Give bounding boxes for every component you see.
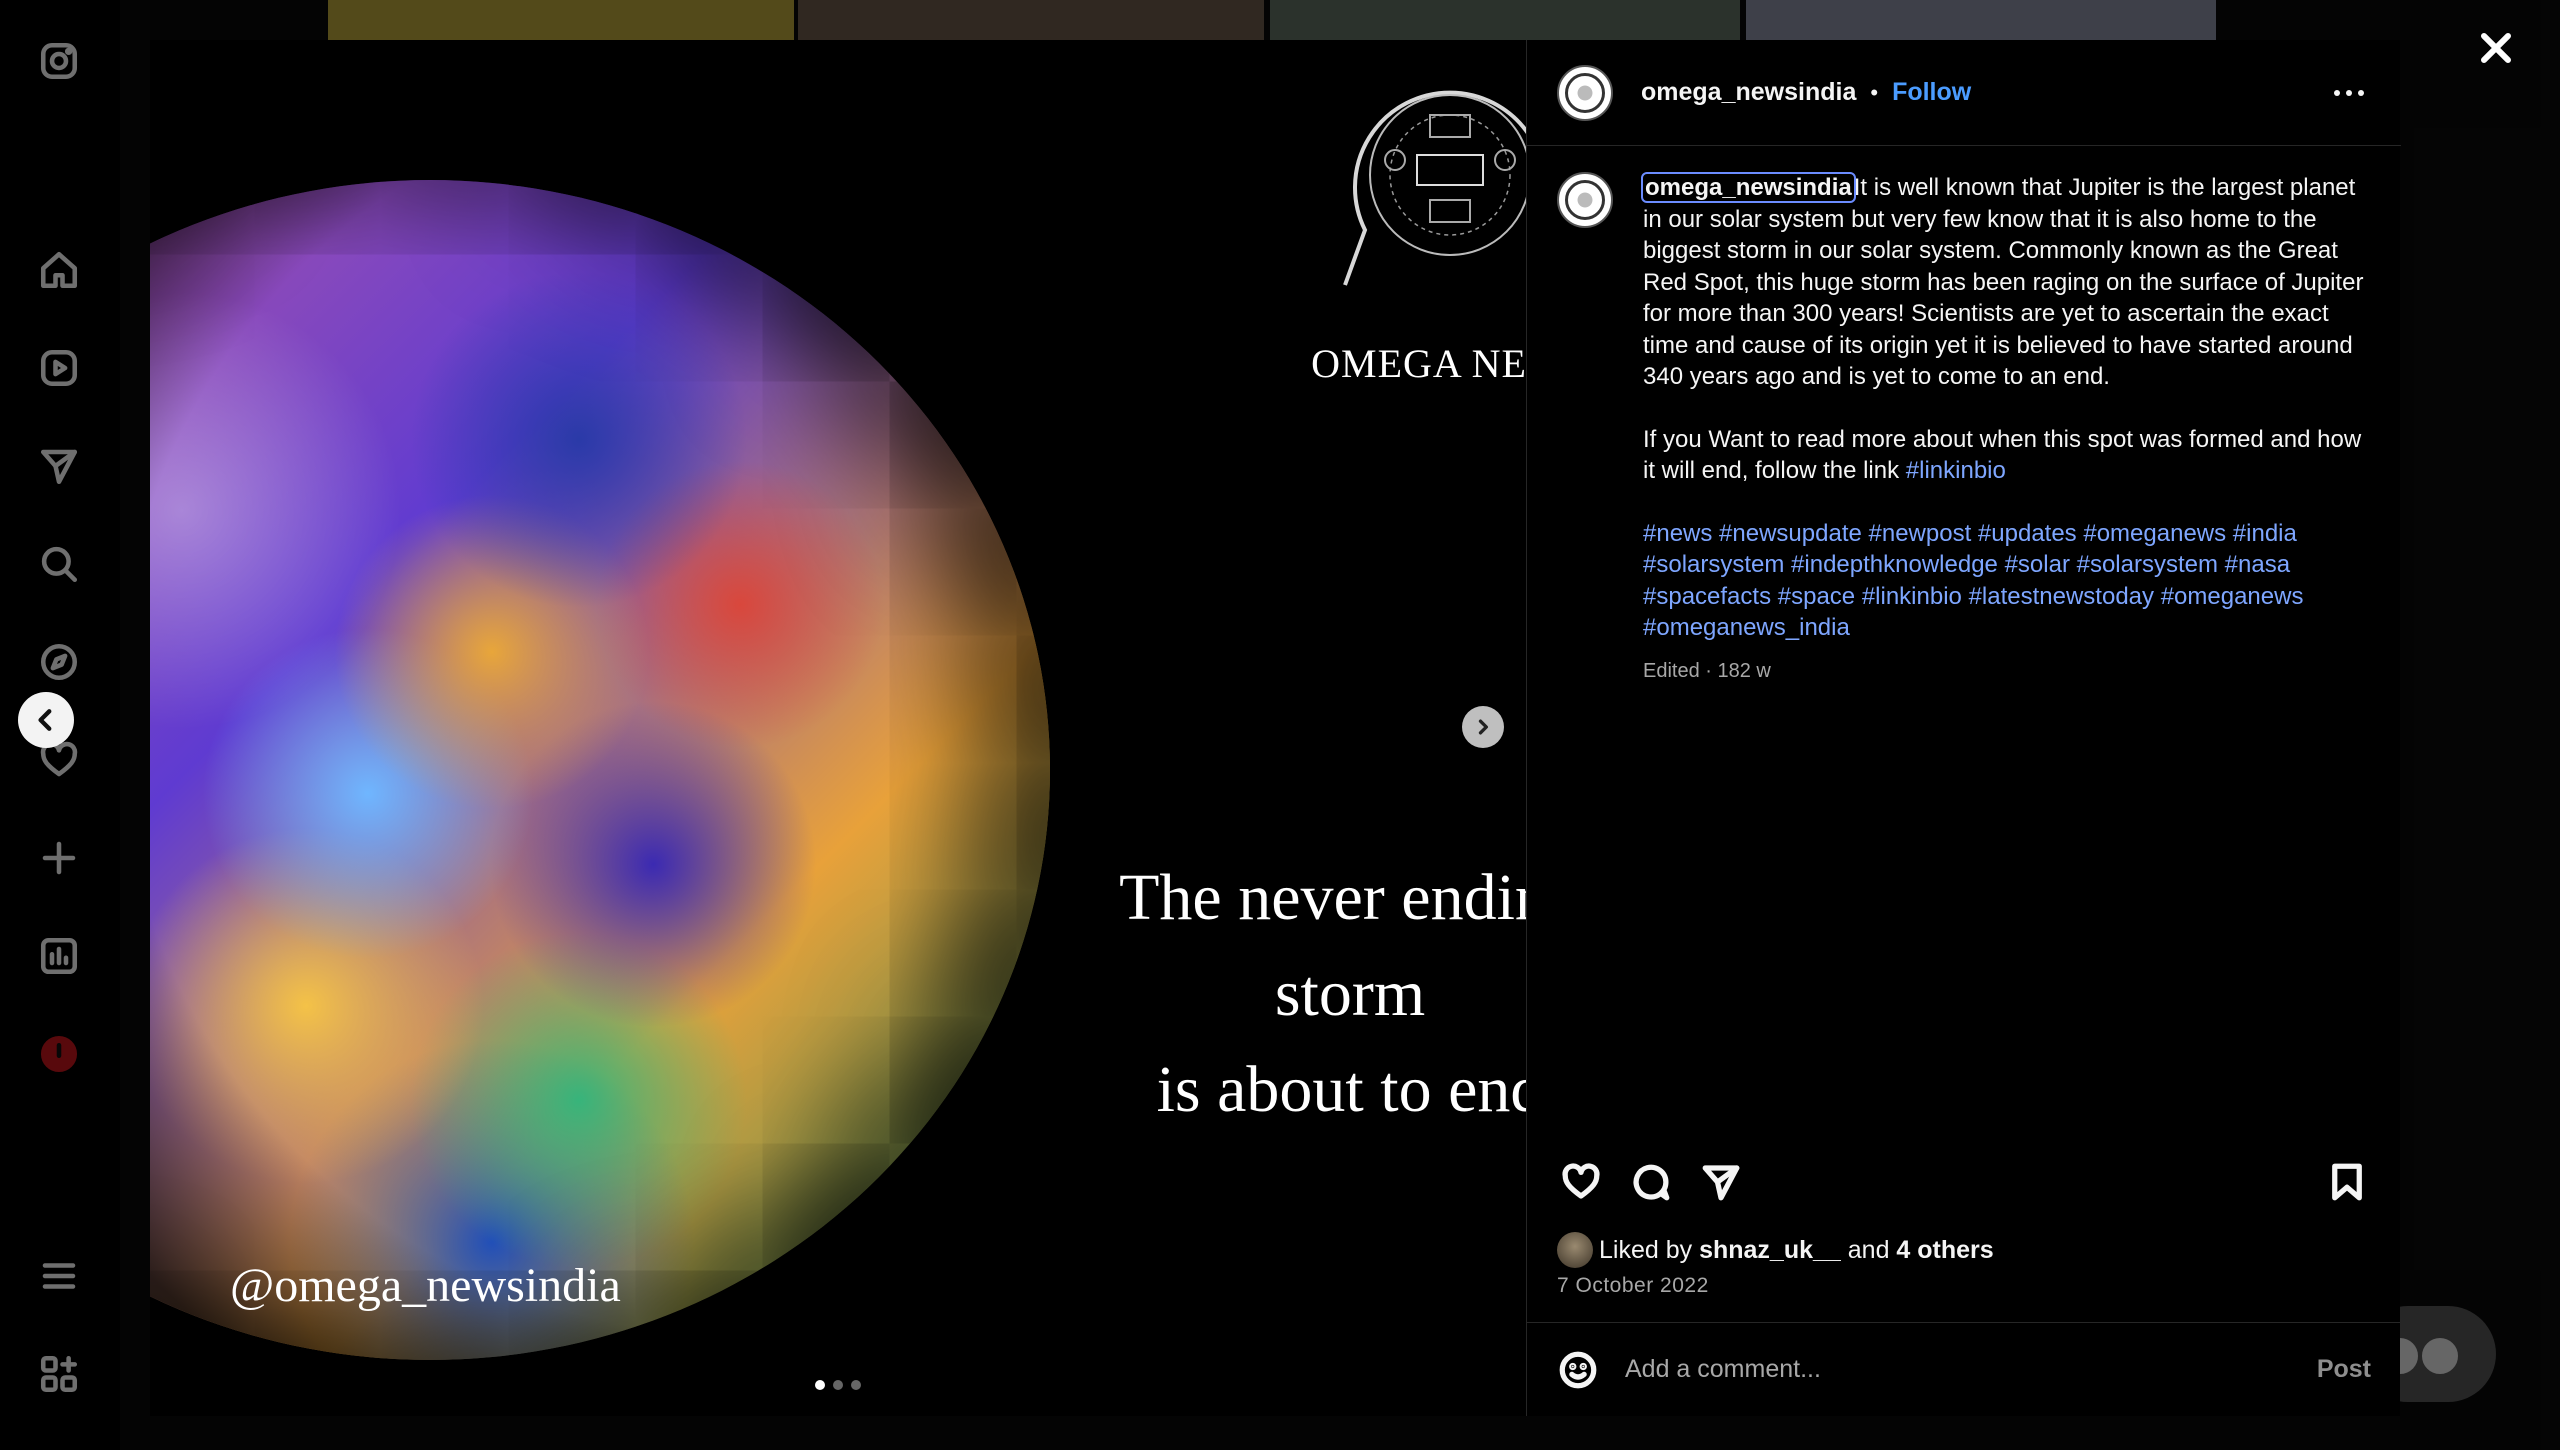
hashtag-link[interactable]: #spacefacts <box>1643 583 1771 610</box>
share-icon[interactable] <box>1697 1158 1745 1206</box>
hashtag-link[interactable]: #latestnewstoday <box>1969 583 2154 610</box>
previous-post-button[interactable] <box>18 692 74 748</box>
hashtag-list: #news #newsupdate #newpost #updates #ome… <box>1643 518 2367 644</box>
hashtag-link[interactable]: #india <box>2233 520 2297 547</box>
hashtag-link[interactable]: #linkinbio <box>1862 583 1962 610</box>
image-headline: The never ending storm is about to end <box>1030 850 1526 1138</box>
comment-input[interactable] <box>1625 1355 2317 1384</box>
save-bookmark-icon[interactable] <box>2323 1158 2371 1206</box>
likes-summary: Liked by shnaz_uk__ and 4 others <box>1557 1232 1994 1268</box>
image-watermark: @omega_newsindia <box>230 1259 621 1312</box>
headline-line: storm <box>1274 957 1426 1030</box>
likes-others-link[interactable]: 4 others <box>1896 1236 1993 1265</box>
headline-line: The never ending <box>1119 861 1526 934</box>
comment-icon[interactable] <box>1627 1158 1675 1206</box>
post-header: omega_newsindia • Follow <box>1527 40 2401 146</box>
post-author-username[interactable]: omega_newsindia <box>1641 78 1856 107</box>
caption-username[interactable]: omega_newsindia <box>1641 172 1856 203</box>
carousel-dot <box>833 1380 843 1390</box>
post-modal: OMEGA NEWS The never ending storm is abo… <box>150 40 2401 1416</box>
hashtag-link[interactable]: #indepthknowledge <box>1791 551 1998 578</box>
carousel-dot <box>815 1380 825 1390</box>
post-actions <box>1557 1158 2371 1214</box>
hashtag-link[interactable]: #solar <box>2005 551 2070 578</box>
liker-avatar[interactable] <box>1557 1232 1593 1268</box>
hashtag-link[interactable]: #omeganews <box>2083 520 2226 547</box>
hashtag-link[interactable]: #solarsystem <box>1643 551 1784 578</box>
caption-paragraph: It is well known that Jupiter is the lar… <box>1643 174 2364 390</box>
carousel-dot <box>851 1380 861 1390</box>
post-date: 7 October 2022 <box>1557 1274 1709 1297</box>
caption-paragraph: If you Want to read more about when this… <box>1643 424 2367 487</box>
follow-button[interactable]: Follow <box>1892 78 1971 107</box>
like-icon[interactable] <box>1557 1158 1605 1206</box>
hashtag-link[interactable]: #newsupdate <box>1719 520 1862 547</box>
liker-username[interactable]: shnaz_uk__ <box>1699 1236 1841 1265</box>
avatar <box>2420 1336 2460 1376</box>
hashtag-link[interactable]: #updates <box>1978 520 2077 547</box>
more-options-icon[interactable] <box>2329 78 2369 108</box>
avatar[interactable] <box>1557 64 1613 121</box>
hashtag-link[interactable]: #space <box>1778 583 1855 610</box>
hashtag-link[interactable]: #linkinbio <box>1906 457 2006 484</box>
chevron-left-icon <box>38 709 52 731</box>
hashtag-link[interactable]: #nasa <box>2225 551 2290 578</box>
likes-middle: and <box>1840 1235 1897 1264</box>
carousel-indicator <box>815 1380 861 1390</box>
hashtag-link[interactable]: #newpost <box>1869 520 1972 547</box>
post-media[interactable]: OMEGA NEWS The never ending storm is abo… <box>150 40 1526 1416</box>
omega-news-logo <box>1343 90 1526 286</box>
chevron-right-icon <box>1478 719 1488 735</box>
avatar[interactable] <box>1557 172 1613 228</box>
avatar-logo <box>1565 72 1605 113</box>
planet-shading <box>150 180 1050 1360</box>
headline-line: is about to end <box>1156 1053 1526 1126</box>
caption: omega_newsindiaIt is well known that Jup… <box>1557 172 2367 687</box>
header-separator: • <box>1870 79 1879 105</box>
close-icon[interactable] <box>2470 22 2522 74</box>
logo-text: OMEGA NEWS <box>1311 341 1526 386</box>
next-slide-button[interactable] <box>1462 706 1504 748</box>
hashtag-link[interactable]: #omeganews_india <box>1643 614 1850 641</box>
likes-prefix: Liked by <box>1599 1235 1700 1264</box>
post-meta: Edited · 182 w <box>1643 659 1771 682</box>
hashtag-link[interactable]: #solarsystem <box>2077 551 2218 578</box>
post-details-panel: omega_newsindia • Follow omega_newsindia… <box>1526 40 2401 1416</box>
avatar-logo <box>1565 180 1605 220</box>
emoji-icon[interactable] <box>1555 1347 1601 1393</box>
hashtag-link[interactable]: #news <box>1643 520 1712 547</box>
hashtag-link[interactable]: #omeganews <box>2161 583 2304 610</box>
comment-bar: Post <box>1527 1322 2401 1416</box>
post-comment-button[interactable]: Post <box>2317 1355 2371 1384</box>
caption-text: omega_newsindiaIt is well known that Jup… <box>1641 172 2367 687</box>
